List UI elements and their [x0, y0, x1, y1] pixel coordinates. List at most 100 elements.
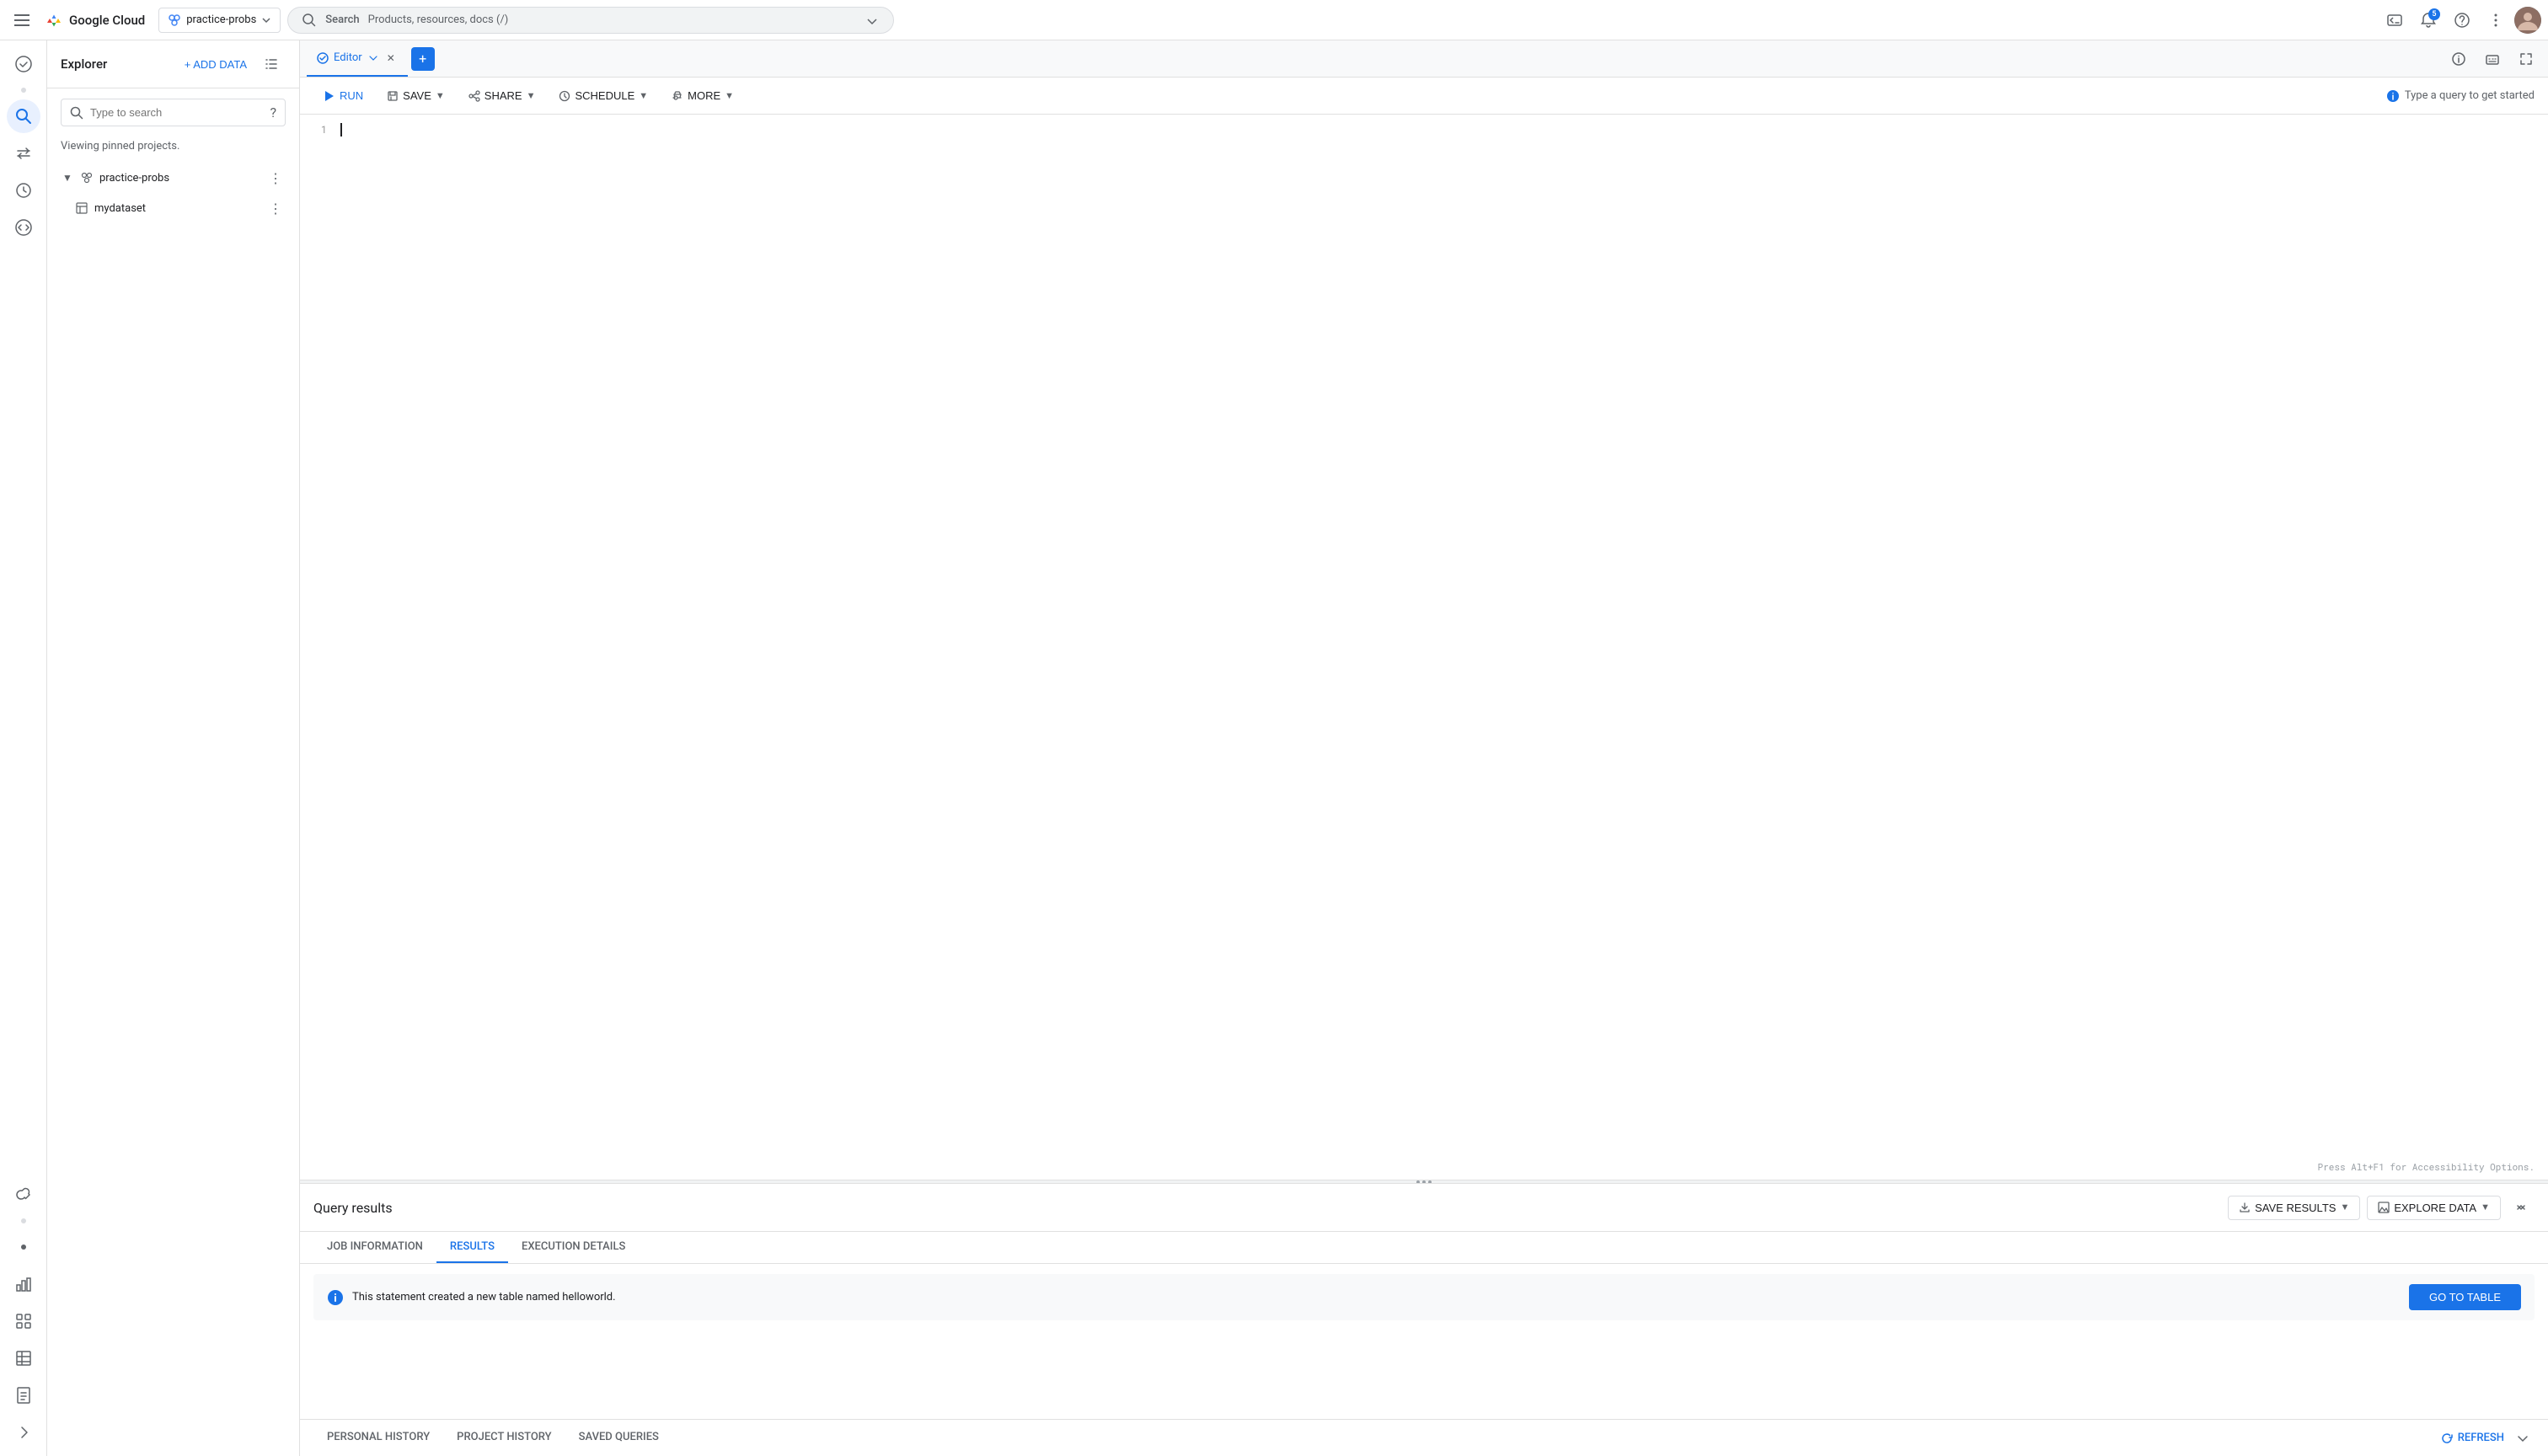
editor-hint: Type a query to get started: [2386, 89, 2535, 103]
left-panel: Explorer + ADD DATA ?: [47, 40, 300, 1456]
tab-dropdown-icon: [367, 52, 379, 64]
help-button[interactable]: [2447, 5, 2477, 35]
sidebar-item-bigquery[interactable]: [7, 47, 40, 81]
more-options-button[interactable]: [2481, 5, 2511, 35]
sidebar-dot-divider: [21, 88, 26, 93]
tree-item-project[interactable]: ▼ practice-probs ⋮: [47, 163, 299, 193]
dataset-tree-label: mydataset: [94, 202, 260, 215]
cloud-shell-button[interactable]: [2379, 5, 2410, 35]
dashboards-icon: [14, 1312, 33, 1330]
new-tab-button[interactable]: +: [411, 47, 435, 71]
code-editor[interactable]: 1 Press Alt+F1 for Accessibility Options…: [300, 115, 2548, 1180]
google-cloud-logo[interactable]: Google Cloud: [44, 10, 145, 30]
bottom-tabs-bar: PERSONAL HISTORY PROJECT HISTORY SAVED Q…: [300, 1419, 2548, 1456]
sidebar-dot-divider-2: [21, 1218, 26, 1223]
user-avatar[interactable]: [2514, 7, 2541, 34]
charts-icon: [14, 1275, 33, 1293]
info-banner-text: This statement created a new table named…: [352, 1291, 2401, 1303]
run-button[interactable]: RUN: [313, 84, 373, 107]
sidebar-item-charts[interactable]: [7, 1267, 40, 1301]
project-selector[interactable]: practice-probs: [158, 8, 281, 33]
collapse-results-button[interactable]: [2508, 1194, 2535, 1221]
info-banner: This statement created a new table named…: [313, 1274, 2535, 1320]
keyboard-button[interactable]: [2477, 44, 2508, 74]
editor-toolbar: RUN SAVE ▼ SHARE ▼: [300, 78, 2548, 115]
sidebar-item-tools[interactable]: [7, 1178, 40, 1212]
editor-tabs-bar: Editor ✕ +: [300, 40, 2548, 78]
add-data-button[interactable]: + ADD DATA: [176, 53, 255, 76]
sidebar-item-transfers[interactable]: [7, 136, 40, 170]
editor-tab-main[interactable]: Editor ✕: [307, 40, 408, 77]
tab-personal-history[interactable]: PERSONAL HISTORY: [313, 1420, 443, 1456]
editor-tab-icon: [317, 52, 329, 64]
explore-data-button[interactable]: EXPLORE DATA ▼: [2367, 1196, 2501, 1220]
collapse-panel-button[interactable]: [259, 51, 286, 78]
share-button[interactable]: SHARE ▼: [458, 84, 546, 107]
schedule-button[interactable]: SCHEDULE ▼: [549, 84, 658, 107]
share-dropdown-arrow: ▼: [527, 91, 536, 101]
fullscreen-button[interactable]: [2511, 44, 2541, 74]
results-content-area: This statement created a new table named…: [300, 1264, 2548, 1419]
history-icon: [14, 181, 33, 200]
sidebar-item-search[interactable]: [7, 99, 40, 133]
top-navigation: Google Cloud practice-probs Search Produ…: [0, 0, 2548, 40]
accessibility-hint-text: Press Alt+F1 for Accessibility Options.: [2318, 1160, 2535, 1173]
save-button[interactable]: SAVE ▼: [377, 84, 455, 107]
viewing-pinned-text: Viewing pinned projects.: [47, 136, 299, 159]
sidebar-item-docs[interactable]: [7, 1378, 40, 1412]
search-help-icon[interactable]: ?: [270, 104, 276, 120]
sidebar-item-table[interactable]: [7, 1341, 40, 1375]
search-bar[interactable]: Search Products, resources, docs (/): [287, 7, 894, 34]
tab-saved-queries[interactable]: SAVED QUERIES: [565, 1420, 672, 1456]
tab-job-information[interactable]: JOB INFORMATION: [313, 1232, 436, 1263]
keyboard-icon: [2485, 51, 2500, 67]
sidebar-item-dashboards[interactable]: [7, 1304, 40, 1338]
save-dropdown-arrow: ▼: [436, 91, 445, 101]
collapse-results-icon: [2514, 1201, 2528, 1214]
refresh-icon: [2440, 1432, 2454, 1445]
expand-sidebar-icon: [14, 1423, 33, 1442]
project-tree-label: practice-probs: [99, 172, 260, 185]
more-button[interactable]: MORE ▼: [661, 84, 744, 107]
sidebar-item-history[interactable]: [7, 174, 40, 207]
explorer-search-input[interactable]: [90, 106, 263, 119]
save-results-button[interactable]: SAVE RESULTS ▼: [2228, 1196, 2360, 1220]
refresh-button[interactable]: REFRESH: [2440, 1432, 2504, 1445]
explorer-tree: ▼ practice-probs ⋮: [47, 159, 299, 1456]
tab-execution-details[interactable]: EXECUTION DETAILS: [508, 1232, 639, 1263]
dataset-more-button[interactable]: ⋮: [265, 198, 286, 218]
explorer-search-container: ?: [47, 88, 299, 136]
notifications-button[interactable]: 5: [2413, 5, 2444, 35]
explorer-search-icon: [70, 106, 83, 120]
cloud-shell-icon: [2386, 12, 2403, 29]
go-to-table-button[interactable]: GO TO TABLE: [2409, 1284, 2521, 1310]
project-more-button[interactable]: ⋮: [265, 168, 286, 188]
explorer-search-wrapper[interactable]: ?: [61, 99, 286, 126]
sidebar-item-dot1[interactable]: [7, 1230, 40, 1264]
google-cloud-logo-icon: [44, 10, 64, 30]
results-tabs-bar: JOB INFORMATION RESULTS EXECUTION DETAIL…: [300, 1232, 2548, 1264]
sidebar-item-expand[interactable]: [7, 1416, 40, 1449]
query-results-panel: Query results SAVE RESULTS ▼: [300, 1183, 2548, 1419]
nav-right-actions: 5: [2379, 5, 2541, 35]
project-node-icon: [80, 171, 94, 185]
left-panel-header: Explorer + ADD DATA: [47, 40, 299, 88]
info-button[interactable]: [2444, 44, 2474, 74]
more-dropdown-arrow: ▼: [725, 91, 734, 101]
line-content-1[interactable]: [340, 121, 2548, 138]
small-dot-icon: [21, 1245, 26, 1250]
save-results-icon: [2239, 1202, 2251, 1213]
query-results-header: Query results SAVE RESULTS ▼: [300, 1184, 2548, 1232]
sidebar-item-analytics[interactable]: [7, 211, 40, 244]
editor-tab-close-button[interactable]: ✕: [384, 51, 398, 65]
main-content: Explorer + ADD DATA ?: [0, 40, 2548, 1456]
tab-project-history[interactable]: PROJECT HISTORY: [443, 1420, 565, 1456]
more-icon: [672, 90, 683, 102]
tree-item-dataset[interactable]: mydataset ⋮: [47, 193, 299, 223]
hamburger-menu-button[interactable]: [7, 5, 37, 35]
tab-results[interactable]: RESULTS: [436, 1232, 508, 1263]
tools-icon: [14, 1186, 33, 1204]
hint-info-icon: [2386, 89, 2400, 103]
explore-data-arrow: ▼: [2481, 1202, 2490, 1212]
collapse-bottom-button[interactable]: [2511, 1427, 2535, 1450]
